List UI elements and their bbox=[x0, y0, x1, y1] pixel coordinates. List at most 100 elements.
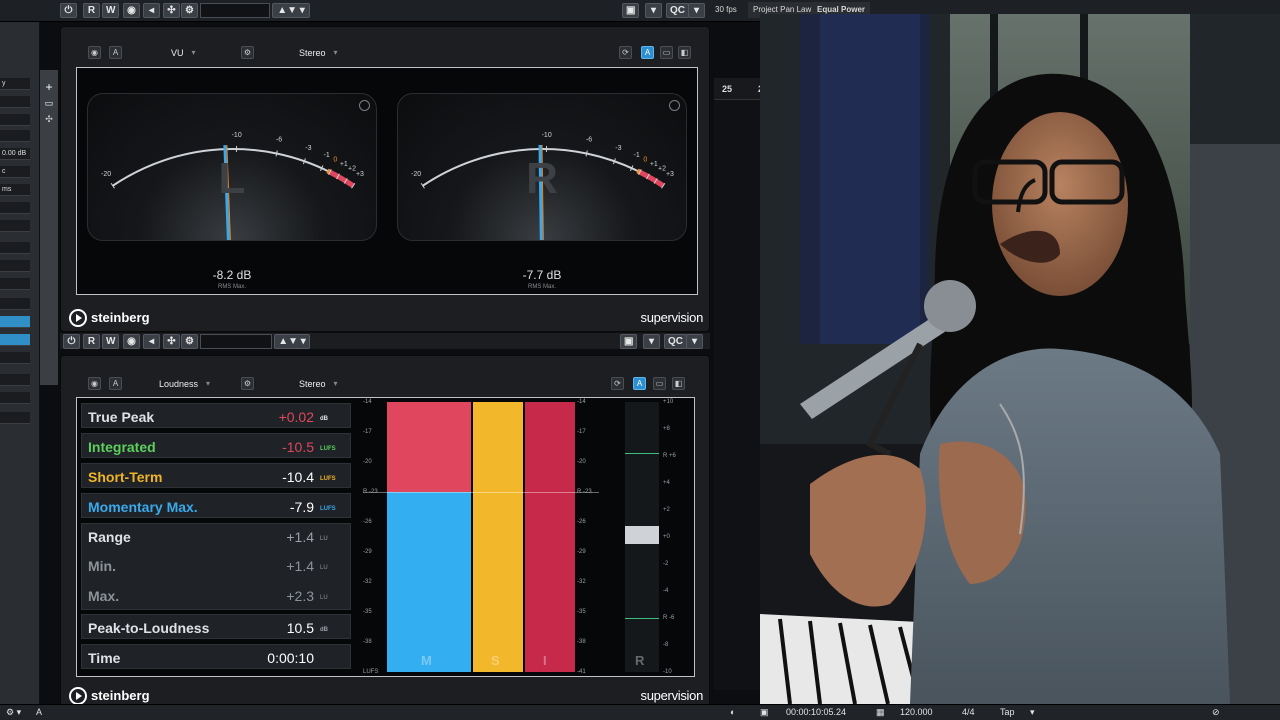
inspector-row[interactable] bbox=[0, 114, 30, 126]
preset-nav-icon[interactable]: ▲▼ ▾ bbox=[272, 3, 310, 18]
inspector-row[interactable]: y bbox=[0, 78, 30, 90]
lock-icon[interactable]: ▾ bbox=[686, 334, 703, 349]
timecode-icon[interactable]: ▣ bbox=[760, 707, 769, 718]
channel-label: M bbox=[421, 653, 432, 668]
timecode-display[interactable]: 00:00:10:05.24 bbox=[786, 707, 846, 717]
quick-controls-button[interactable]: QC bbox=[664, 334, 687, 349]
grid-icon[interactable]: ▦ bbox=[876, 707, 885, 718]
preset-field[interactable] bbox=[200, 3, 270, 18]
write-automation-button[interactable]: W bbox=[102, 334, 120, 349]
row-label: Time bbox=[88, 650, 121, 666]
layout-icon[interactable]: ▭ bbox=[660, 46, 673, 59]
row-value: -10.5 bbox=[282, 439, 314, 455]
row-value: -10.4 bbox=[282, 469, 314, 485]
bypass-icon[interactable]: ◉ bbox=[88, 377, 101, 390]
right-scale-label: +8 bbox=[663, 426, 670, 432]
inspector-row[interactable] bbox=[0, 130, 30, 142]
inspector-row-active[interactable] bbox=[0, 316, 30, 328]
loudness-row: Peak-to-Loudness 10.5 dB bbox=[81, 614, 351, 639]
left-scale-label: -17 bbox=[363, 429, 372, 435]
range-upper-line bbox=[625, 453, 659, 454]
power-icon[interactable]: ⏻ bbox=[60, 3, 77, 18]
bypass-icon[interactable]: ◉ bbox=[88, 46, 101, 59]
inspector-row[interactable] bbox=[0, 260, 30, 272]
presenter-photo bbox=[760, 14, 1280, 704]
camera-icon[interactable]: ▣ bbox=[622, 3, 640, 18]
add-icon[interactable]: + bbox=[42, 80, 56, 94]
inspector-row[interactable] bbox=[0, 412, 30, 424]
preset-field[interactable] bbox=[200, 334, 272, 349]
layout-icon[interactable]: ▭ bbox=[653, 377, 666, 390]
camera-icon[interactable]: ▣ bbox=[620, 334, 638, 349]
channel-mode-select[interactable]: Stereo bbox=[299, 46, 337, 60]
write-automation-button[interactable]: W bbox=[102, 3, 120, 18]
plugin-header: ◉ A VU ⚙ Stereo ⟳ A ▭ ◧ bbox=[71, 42, 699, 64]
metronome-icon[interactable]: ⊘ bbox=[1212, 707, 1220, 718]
quick-controls-button[interactable]: QC bbox=[666, 3, 689, 18]
loudness-row: Integrated -10.5 LUFS bbox=[81, 433, 351, 458]
arrow-icon[interactable]: ◂ bbox=[143, 3, 160, 18]
inspector-row[interactable] bbox=[0, 242, 30, 254]
inspector-row[interactable] bbox=[0, 392, 30, 404]
inspector-row[interactable] bbox=[0, 220, 30, 232]
row-label: Short-Term bbox=[88, 469, 163, 485]
inspector-row[interactable] bbox=[0, 278, 30, 290]
folder-icon[interactable]: ▭ bbox=[42, 98, 56, 110]
inspector-row[interactable]: ms bbox=[0, 184, 30, 196]
tap-button[interactable]: Tap bbox=[1000, 707, 1015, 717]
vu-meter-display: -20 -10 -6 -3 -1 0 +1 +2 +3 L -8.2 dB RMS Max. -… bbox=[76, 67, 698, 295]
inspector-row[interactable] bbox=[0, 298, 30, 310]
read-automation-button[interactable]: R bbox=[83, 334, 100, 349]
product-name-a: super bbox=[640, 688, 672, 703]
mid-scale-label: -14 bbox=[577, 399, 586, 405]
power-icon[interactable]: ⏻ bbox=[63, 334, 80, 349]
left-scale-label: R -23 bbox=[363, 489, 378, 495]
signature-display[interactable]: 4/4 bbox=[962, 707, 975, 717]
settings-icon[interactable]: ⚙ bbox=[181, 334, 198, 349]
lock-icon[interactable]: ▾ bbox=[688, 3, 705, 18]
module-settings-icon[interactable]: ⚙ bbox=[241, 46, 254, 59]
sidechain-icon[interactable]: ✣ bbox=[163, 334, 180, 349]
a-b-button[interactable]: A bbox=[109, 46, 122, 59]
inspector-row[interactable] bbox=[0, 352, 30, 364]
inspector-row[interactable] bbox=[0, 374, 30, 386]
split-view-icon[interactable]: ◧ bbox=[672, 377, 685, 390]
reset-icon[interactable]: ⟳ bbox=[611, 377, 624, 390]
meter-mode-select[interactable]: VU bbox=[171, 46, 195, 60]
active-module-button[interactable]: A bbox=[641, 46, 654, 59]
bypass-icon[interactable]: ◉ bbox=[123, 334, 140, 349]
volume-field[interactable]: 0.00 dB bbox=[0, 148, 30, 160]
channel-mode-select[interactable]: Stereo bbox=[299, 377, 337, 391]
tempo-display[interactable]: 120.000 bbox=[900, 707, 933, 717]
text-icon[interactable]: A bbox=[36, 707, 42, 717]
inspector-row[interactable] bbox=[0, 96, 30, 108]
sidechain-icon[interactable]: ✣ bbox=[163, 3, 180, 18]
min-value: +1.4 bbox=[286, 558, 314, 574]
inspector-row[interactable] bbox=[0, 202, 30, 214]
left-scale-label: -38 bbox=[363, 639, 372, 645]
inspector-row[interactable]: c bbox=[0, 166, 30, 178]
settings-icon[interactable]: ⚙ bbox=[181, 3, 198, 18]
dropdown-icon[interactable]: ▾ bbox=[643, 334, 660, 349]
inspector-strip: y 0.00 dB c ms bbox=[0, 22, 40, 720]
cycle-icon[interactable]: ◐ bbox=[730, 707, 735, 717]
reset-icon[interactable]: ⟳ bbox=[619, 46, 632, 59]
inspector-row-active[interactable] bbox=[0, 334, 30, 346]
read-automation-button[interactable]: R bbox=[83, 3, 100, 18]
a-b-button[interactable]: A bbox=[109, 377, 122, 390]
split-view-icon[interactable]: ◧ bbox=[678, 46, 691, 59]
arrow-icon[interactable]: ◂ bbox=[143, 334, 160, 349]
left-scale-label: -20 bbox=[363, 459, 372, 465]
steinberg-icon bbox=[69, 309, 87, 327]
dropdown-icon[interactable]: ▾ bbox=[645, 3, 662, 18]
bypass-icon[interactable]: ◉ bbox=[123, 3, 140, 18]
move-icon[interactable]: ✣ bbox=[42, 114, 56, 126]
active-module-button[interactable]: A bbox=[633, 377, 646, 390]
meter-mode-select[interactable]: Loudness bbox=[159, 377, 210, 391]
settings-icon[interactable]: ⚙ ▾ bbox=[6, 707, 21, 718]
module-settings-icon[interactable]: ⚙ bbox=[241, 377, 254, 390]
mid-scale-label: -29 bbox=[577, 549, 586, 555]
preset-nav-icon[interactable]: ▲▼ ▾ bbox=[274, 334, 310, 349]
dropdown-icon[interactable]: ▾ bbox=[1030, 707, 1035, 718]
mid-scale-label: -35 bbox=[577, 609, 586, 615]
